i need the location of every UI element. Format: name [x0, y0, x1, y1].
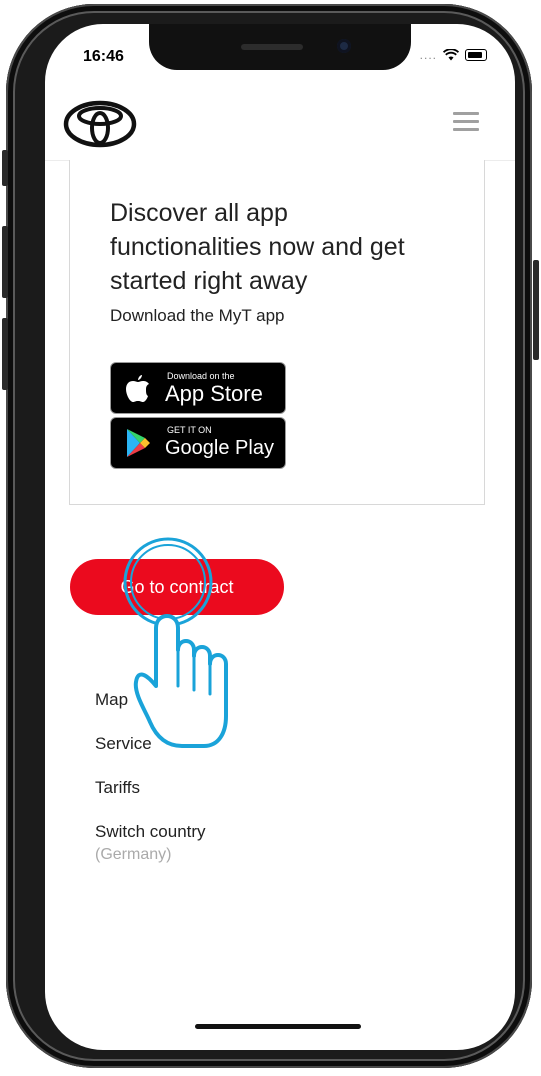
mute-switch [2, 150, 8, 186]
status-time: 16:46 [83, 48, 124, 65]
nav-link-map[interactable]: Map [95, 690, 206, 734]
google-play-label: Google Play [165, 437, 274, 459]
promo-subtitle: Download the MyT app [110, 306, 285, 325]
front-camera [337, 39, 351, 53]
app-promo-card: Discover all app functionalities now and… [69, 160, 485, 505]
google-play-icon [127, 429, 150, 457]
nav-link-tariffs[interactable]: Tariffs [95, 778, 206, 822]
toyota-logo[interactable] [63, 100, 137, 153]
volume-down-button [2, 318, 8, 390]
volume-up-button [2, 226, 8, 298]
current-country: (Germany) [95, 846, 172, 863]
power-button [533, 260, 539, 360]
app-store-button[interactable]: Download on the App Store [110, 362, 286, 414]
battery-icon [465, 49, 487, 61]
go-to-contract-button[interactable]: Go to contract [70, 559, 284, 615]
wifi-icon [443, 49, 459, 61]
home-indicator [195, 1024, 361, 1029]
nav-link-service[interactable]: Service [95, 734, 206, 778]
status-icons: .... [420, 48, 487, 62]
apple-icon [126, 375, 149, 402]
signal-indicator: .... [419, 48, 437, 62]
nav-links: Map Service Tariffs Switch country (Germ… [95, 690, 206, 864]
speaker [241, 44, 303, 50]
promo-title: Discover all app functionalities now and… [110, 199, 405, 295]
app-header [45, 90, 515, 161]
phone-screen: 16:46 .... Discover all app functionalit… [45, 24, 515, 1050]
google-play-small-label: GET IT ON [167, 425, 212, 435]
notch [149, 24, 411, 70]
app-store-label: App Store [165, 381, 263, 406]
app-store-small-label: Download on the [167, 371, 235, 381]
hamburger-menu-icon[interactable] [453, 112, 479, 136]
google-play-button[interactable]: GET IT ON Google Play [110, 417, 286, 469]
